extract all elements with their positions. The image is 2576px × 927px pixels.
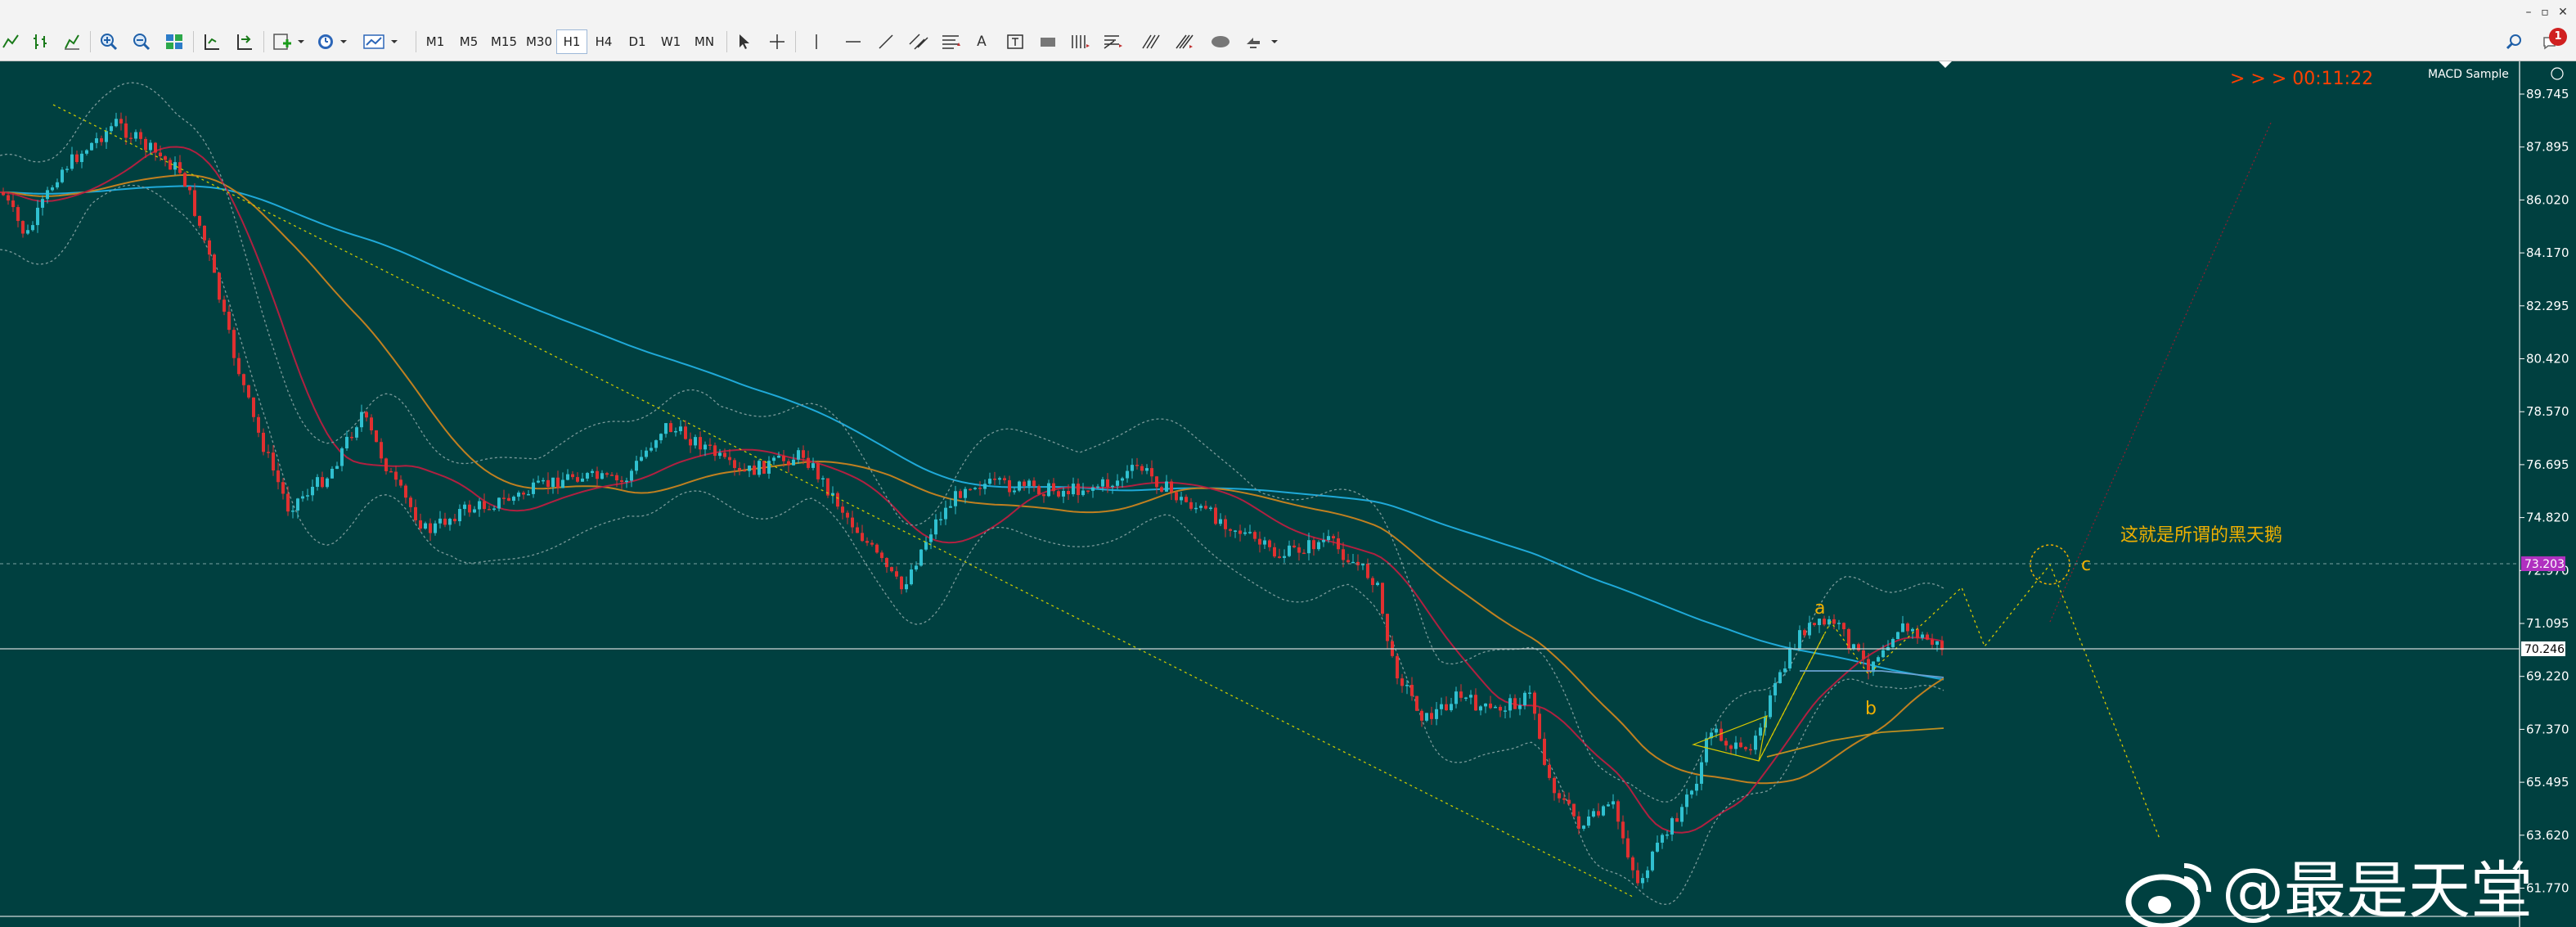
notifications-button[interactable]: 1	[2533, 28, 2569, 54]
auto-scroll-icon[interactable]	[232, 29, 257, 54]
price-axis-label: 69.220	[2526, 669, 2569, 684]
fibonacci-retracement-icon[interactable]	[939, 29, 964, 54]
timeframe-m30-button[interactable]: M30	[522, 29, 556, 54]
timeframe-mn-button[interactable]: MN	[689, 29, 720, 54]
tile-windows-icon[interactable]	[162, 29, 187, 54]
price-axis-label: 86.020	[2526, 192, 2569, 207]
arrows-dropdown[interactable]	[1242, 29, 1283, 54]
timeframe-m15-button[interactable]: M15	[487, 29, 521, 54]
price-axis-label: 84.170	[2526, 245, 2569, 260]
price-axis-label: 78.570	[2526, 404, 2569, 419]
black-swan-annotation: 这就是所谓的黑天鹅	[2120, 525, 2282, 546]
andrews-pitchfork-icon[interactable]	[1173, 29, 1198, 54]
price-axis-label: 65.495	[2526, 775, 2569, 790]
bar-countdown-timer: > > > 00:11:22	[2230, 69, 2373, 89]
wave-label-c: c	[2081, 555, 2091, 575]
horizontal-line-icon[interactable]	[841, 29, 865, 54]
vertical-line-icon[interactable]	[805, 29, 828, 54]
gann-fan-icon[interactable]	[1068, 29, 1093, 54]
timeframe-h4-button[interactable]: H4	[588, 29, 619, 54]
minimize-button[interactable]: –	[2521, 5, 2536, 20]
price-axis-label: 82.295	[2526, 299, 2569, 313]
indicators-dropdown[interactable]	[270, 29, 309, 54]
timeframe-m1-button[interactable]: M1	[420, 29, 451, 54]
rectangle-label-icon[interactable]	[1036, 29, 1060, 54]
cursor-icon[interactable]	[732, 29, 757, 54]
chart-toolbar: M1 M5 M15 M30 H1 H4 D1 W1 MN A 1	[0, 25, 2576, 61]
price-axis-label: 63.620	[2526, 828, 2569, 843]
line-chart-icon[interactable]	[0, 29, 21, 54]
price-axis-label: 67.370	[2526, 722, 2569, 736]
price-axis-label: 80.420	[2526, 352, 2569, 367]
chart-shift-icon[interactable]	[200, 29, 224, 54]
equidistant-channel-icon[interactable]	[906, 29, 931, 54]
title-bar: – ▫ ✕	[0, 0, 2576, 25]
expert-advisor-label: MACD Sample	[2428, 68, 2509, 81]
chart-background	[0, 61, 2576, 927]
watermark-text: @最是天堂	[2222, 854, 2533, 927]
close-button[interactable]: ✕	[2556, 5, 2570, 20]
price-axis-label: 76.695	[2526, 457, 2569, 472]
price-axis-label: 74.820	[2526, 511, 2569, 525]
periods-clock-dropdown[interactable]	[314, 29, 353, 54]
price-axis-label: 71.095	[2526, 616, 2569, 631]
ellipse-icon[interactable]	[1207, 29, 1234, 54]
wave-label-a: a	[1814, 598, 1825, 619]
zoom-in-icon[interactable]	[97, 29, 121, 54]
timeframe-m5-button[interactable]: M5	[453, 29, 484, 54]
timeframe-h1-button[interactable]: H1	[556, 29, 587, 54]
timeframe-w1-button[interactable]: W1	[655, 29, 686, 54]
parallel-lines-icon[interactable]	[1139, 29, 1163, 54]
crosshair-icon[interactable]	[765, 29, 789, 54]
wave-label-b: b	[1865, 699, 1877, 719]
bar-chart-icon[interactable]	[29, 29, 52, 54]
text-label-icon[interactable]	[1003, 29, 1027, 54]
price-axis-label: 89.745	[2526, 87, 2569, 101]
current-price-value: 70.246	[2524, 643, 2565, 656]
search-icon[interactable]	[2502, 29, 2526, 54]
restore-button[interactable]: ▫	[2538, 5, 2552, 20]
zoom-out-icon[interactable]	[129, 29, 154, 54]
text-tool-icon[interactable]: A	[970, 29, 993, 54]
candlestick-chart-icon[interactable]	[61, 29, 83, 54]
templates-dropdown[interactable]	[360, 29, 406, 54]
timeframe-d1-button[interactable]: D1	[622, 29, 653, 54]
notification-badge: 1	[2549, 28, 2567, 46]
highlight-price-value: 73.203	[2524, 558, 2565, 571]
fibonacci-fan-icon[interactable]	[1101, 29, 1126, 54]
trendline-icon[interactable]	[874, 29, 898, 54]
price-chart[interactable]: > > > 00:11:22 MACD Sample 89.745 87.895 8…	[0, 61, 2576, 927]
price-axis-label: 87.895	[2526, 140, 2569, 155]
